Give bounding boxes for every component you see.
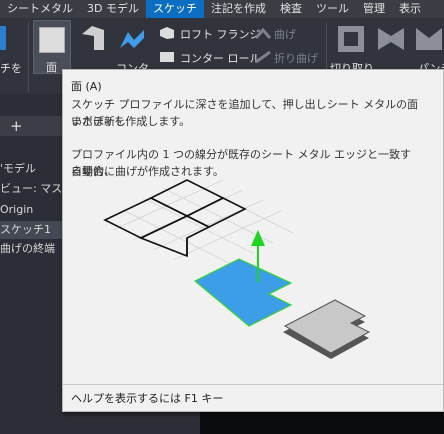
tab-view[interactable]: 表示: [392, 0, 428, 18]
face-command-tooltip: 面 (A) スケッチ プロファイルに深さを追加して、押し出しシート メタルの面ま…: [62, 69, 444, 412]
lofted-flange-icon: [120, 30, 144, 48]
unfold-icon: [338, 26, 364, 52]
sketch-grid: [112, 177, 294, 266]
tooltip-help-text: ヘルプを表示するには F1 キー: [71, 392, 224, 405]
browser-header: +: [0, 116, 64, 136]
tooltip-divider: [63, 384, 443, 385]
browser-row-origin[interactable]: Origin: [0, 201, 64, 219]
browser-row-view[interactable]: ビュー: マス: [0, 180, 64, 198]
face-illustration: [103, 177, 371, 359]
browser-row-bend-end[interactable]: 曲げの終端: [0, 240, 64, 258]
bend-button[interactable]: 曲げ: [274, 26, 296, 42]
tab-inspect[interactable]: 検査: [273, 0, 309, 18]
face-icon: [39, 27, 65, 53]
ribbon-divider: [28, 22, 29, 92]
contour-flange-icon: [82, 26, 104, 50]
create-sketch-button[interactable]: チを: [0, 60, 22, 76]
tab-annotate[interactable]: 注記を作成: [204, 0, 273, 18]
contour-roll-icon: [160, 52, 174, 62]
face-button[interactable]: 面: [33, 20, 71, 74]
tab-tools[interactable]: ツール: [309, 0, 356, 18]
model-browser: + 'モデル ビュー: マス Origin スケッチ1 曲げの終端: [0, 94, 64, 434]
extruded-face: [193, 258, 293, 327]
tab-sketch[interactable]: スケッチ: [145, 0, 204, 18]
flange-icon: [160, 27, 174, 39]
face-button-label: 面: [46, 61, 57, 74]
bend-icon: [255, 27, 271, 39]
fold-button[interactable]: 折り曲げ: [274, 50, 318, 66]
browser-row-sketch1[interactable]: スケッチ1: [0, 221, 64, 239]
result-part: [283, 299, 371, 359]
lofted-flange-button[interactable]: ロフト フランジ: [180, 26, 261, 42]
tab-sheet-metal[interactable]: シートメタル: [0, 0, 80, 18]
sketch-icon: [0, 26, 6, 50]
punch-icon: [378, 28, 404, 50]
browser-row-model[interactable]: 'モデル: [0, 160, 64, 178]
punch-tool-icon: [416, 28, 442, 50]
add-icon[interactable]: +: [10, 117, 23, 135]
tab-manage[interactable]: 管理: [356, 0, 392, 18]
contour-roll-button[interactable]: コンター ロール: [180, 50, 261, 66]
menu-bar: シートメタル 3D モデル スケッチ 注記を作成 検査 ツール 管理 表示: [0, 0, 444, 18]
fold-icon: [255, 50, 271, 64]
tab-3d-model[interactable]: 3D モデル: [80, 0, 146, 18]
